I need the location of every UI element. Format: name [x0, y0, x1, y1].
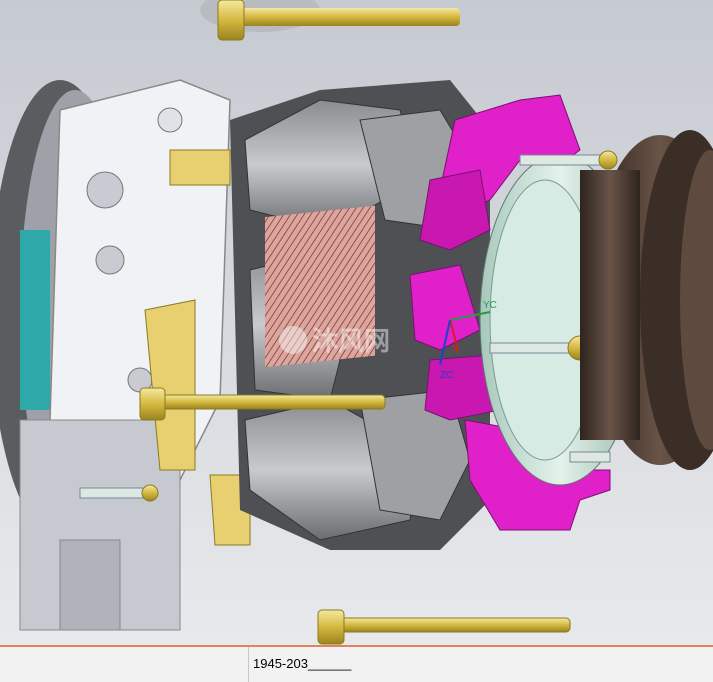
axis-label-yc: YC: [483, 300, 497, 311]
axis-label-zc: ZC: [440, 370, 453, 381]
watermark-text: 沐风网: [312, 327, 390, 357]
status-bar: 1945-203______: [0, 645, 713, 682]
pulley[interactable]: [580, 130, 713, 470]
status-message: 1945-203______: [253, 656, 352, 671]
front-bolt-lower[interactable]: [569, 451, 611, 463]
cad-viewport[interactable]: YC X ZC 沐风网: [0, 0, 713, 645]
axis-label-x: X: [452, 344, 459, 355]
status-bar-left-pane: [0, 647, 249, 682]
watermark: 沐风网: [279, 326, 390, 357]
